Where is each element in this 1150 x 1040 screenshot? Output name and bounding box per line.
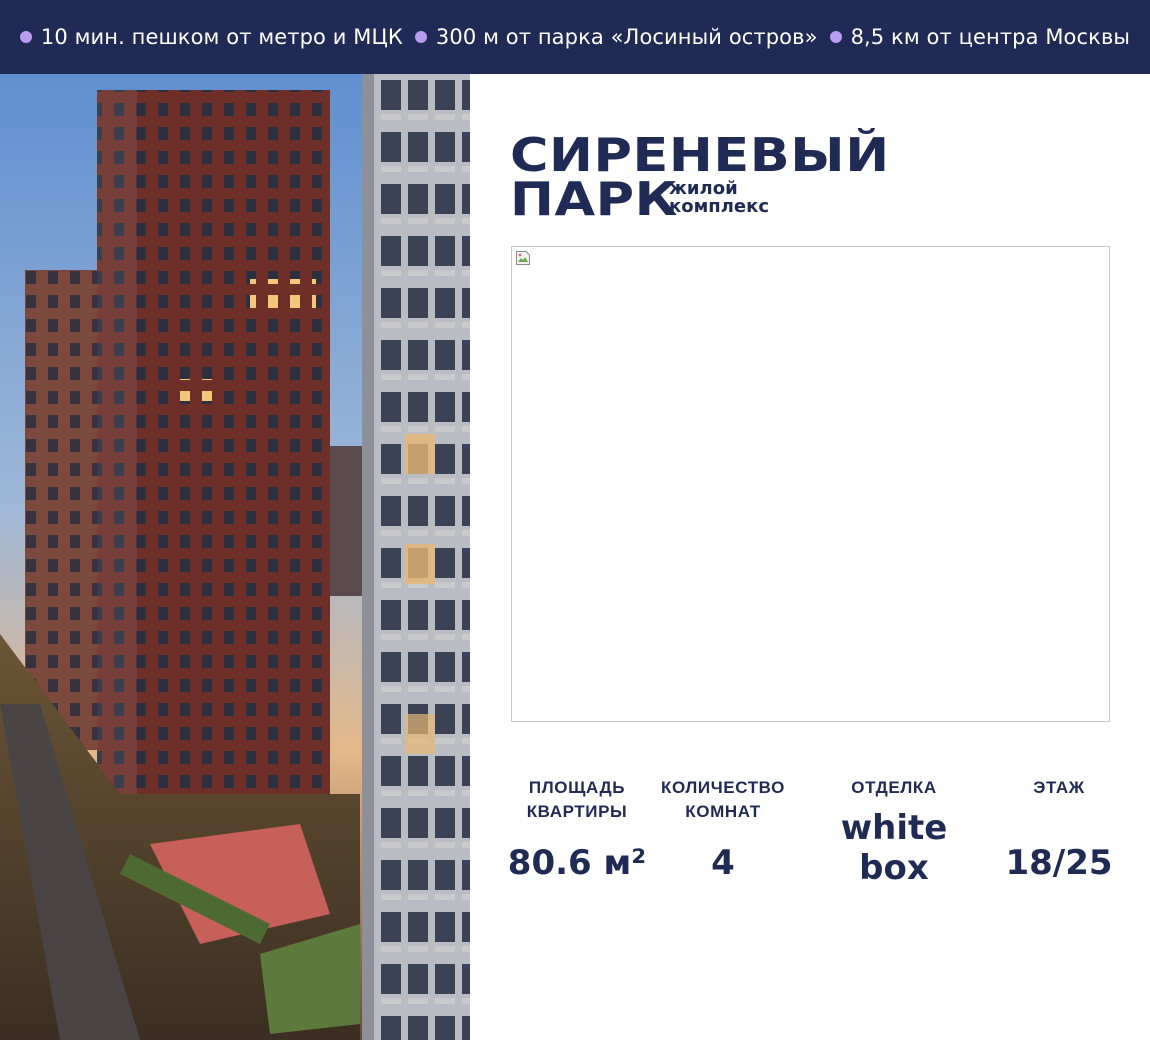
stat-rooms: КОЛИЧЕСТВО КОМНАТ 4 [653,776,793,882]
stat-finish-value: white box [840,808,948,888]
stat-area-value: 80.6 м² [507,843,647,883]
bullet-dot-icon [414,31,427,43]
broken-image-icon [516,251,530,265]
bullet-dot-icon [829,31,842,43]
feature-park: 300 м от парка «Лосиный остров» [414,25,818,49]
stat-floor-label: ЭТАЖ [1033,778,1085,797]
feature-metro: 10 мин. пешком от метро и МЦК [19,25,403,49]
logo-title-line2: ПАРК [510,172,679,226]
stat-finish-label: ОТДЕЛКА [851,778,937,797]
logo-subtitle-line2: комплекс [669,196,770,217]
logo-subtitle: жилой комплекс [669,180,769,216]
stat-floor-value: 18/25 [1005,843,1113,883]
stat-floor: ЭТАЖ 18/25 [994,776,1124,882]
stat-area-label: ПЛОЩАДЬ КВАРТИРЫ [526,778,628,821]
bullet-dot-icon [19,31,32,43]
apartment-stats: ПЛОЩАДЬ КВАРТИРЫ 80.6 м² КОЛИЧЕСТВО КОМН… [500,776,1130,896]
feature-park-text: 300 м от парка «Лосиный остров» [435,25,818,49]
stat-rooms-value: 4 [711,843,735,883]
feature-center: 8,5 км от центра Москвы [829,25,1131,49]
feature-center-text: 8,5 км от центра Москвы [850,25,1131,49]
stat-area: ПЛОЩАДЬ КВАРТИРЫ 80.6 м² [502,776,652,882]
feature-bar: 10 мин. пешком от метро и МЦК 300 м от п… [0,0,1150,74]
stat-rooms-label: КОЛИЧЕСТВО КОМНАТ [661,778,785,821]
building-photo [0,74,470,1040]
stat-finish: ОТДЕЛКА white box [814,776,974,888]
floor-plan-image [511,246,1110,722]
project-logo: СИРЕНЕВЫЙ ПАРК жилой комплекс [510,132,890,222]
feature-metro-text: 10 мин. пешком от метро и МЦК [40,25,403,49]
